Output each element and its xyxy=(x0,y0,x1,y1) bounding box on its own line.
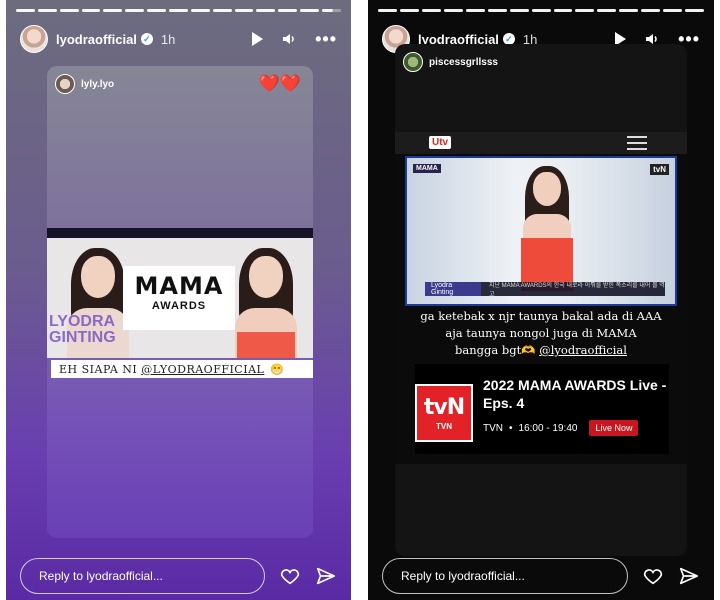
progress-segment xyxy=(443,9,463,12)
watermark-text: LYODRA GINTING xyxy=(49,313,116,346)
tv-app-topbar: Utv xyxy=(395,132,687,154)
menu-icon xyxy=(627,136,647,150)
progress-segment xyxy=(487,9,507,12)
grin-emoji: 😁 xyxy=(270,362,285,376)
story-footer: Reply to lyodraofficial... xyxy=(382,558,700,594)
story-right[interactable]: lyodraofficial ✓ 1h ••• piscessgrllsss U… xyxy=(368,0,714,600)
story-controls: ••• xyxy=(252,30,337,48)
performer-image xyxy=(517,166,577,291)
avatar[interactable] xyxy=(20,25,48,53)
reply-input[interactable]: Reply to lyodraofficial... xyxy=(382,558,628,594)
progress-segment xyxy=(169,9,188,12)
person-right-image xyxy=(225,248,307,358)
progress-segment xyxy=(509,9,529,12)
verified-icon: ✓ xyxy=(140,33,153,45)
repost-image: Utv MAMA tvN Lyodra Ginting 지난 MAMA AWAR… xyxy=(395,132,687,464)
mention-link[interactable]: @lyodraofficial xyxy=(539,343,627,357)
progress-segment-current xyxy=(685,9,705,12)
send-icon[interactable] xyxy=(315,565,337,587)
tvn-overlay-logo: tvN xyxy=(650,164,669,175)
tvn-logo: tvN TVN xyxy=(415,384,473,442)
reply-input[interactable]: Reply to lyodraofficial... xyxy=(20,558,265,594)
story-username[interactable]: lyodraofficial xyxy=(56,32,137,47)
repost-user[interactable]: lyly.lyo xyxy=(55,74,114,94)
progress-segment xyxy=(59,9,79,12)
repost-card[interactable]: lyly.lyo ❤️❤️ LYODRA GINTING MAMA AWARDS… xyxy=(47,66,313,538)
progress-segment xyxy=(641,9,661,12)
progress-segment-current xyxy=(322,9,341,12)
heart-stickers: ❤️❤️ xyxy=(258,74,301,93)
progress-segment xyxy=(278,9,298,12)
program-title: 2022 MAMA AWARDS Live - Eps. 4 xyxy=(483,377,667,411)
image-top-bar xyxy=(47,228,313,238)
repost-avatar xyxy=(55,74,75,94)
play-icon[interactable] xyxy=(252,32,264,46)
story-header: lyodraofficial ✓ 1h ••• xyxy=(20,24,337,54)
repost-username: lyly.lyo xyxy=(81,78,115,90)
repost-user[interactable]: piscessgrllsss xyxy=(403,52,498,72)
story-timestamp: 1h xyxy=(160,31,176,47)
progress-segment xyxy=(37,9,57,12)
lower-third: Lyodra Ginting 지난 MAMA AWARDS의 한국 내로라 이뤄… xyxy=(425,282,665,298)
progress-segment xyxy=(575,9,595,12)
repost-caption: ga ketebak x njr taunya bakal ada di AAA… xyxy=(420,309,662,357)
story-progress-bar xyxy=(16,9,341,12)
repost-image: LYODRA GINTING MAMA AWARDS xyxy=(47,228,313,358)
like-heart-icon[interactable] xyxy=(642,565,664,587)
progress-segment xyxy=(378,9,397,12)
progress-segment xyxy=(16,9,35,12)
progress-segment xyxy=(421,9,441,12)
progress-segment xyxy=(553,9,573,12)
progress-segment xyxy=(597,9,617,12)
progress-segment xyxy=(531,9,551,12)
progress-segment xyxy=(300,9,320,12)
repost-caption: EH SIAPA NI @LYODRAOFFICIAL 😁 xyxy=(51,360,313,378)
mama-awards-logo: MAMA AWARDS xyxy=(123,266,235,330)
story-left[interactable]: lyodraofficial ✓ 1h ••• lyly.lyo ❤️❤️ LY… xyxy=(6,0,351,600)
progress-segment xyxy=(663,9,683,12)
progress-segment xyxy=(234,9,254,12)
repost-avatar xyxy=(403,52,423,72)
mention-link[interactable]: @LYODRAOFFICIAL xyxy=(141,363,264,376)
hand-heart-emoji: 🫶 xyxy=(521,343,536,357)
volume-icon[interactable] xyxy=(281,31,297,47)
like-heart-icon[interactable] xyxy=(279,565,301,587)
send-icon[interactable] xyxy=(678,565,700,587)
program-card: tvN TVN 2022 MAMA AWARDS Live - Eps. 4 T… xyxy=(415,364,669,454)
story-footer: Reply to lyodraofficial... xyxy=(20,558,337,594)
progress-segment xyxy=(256,9,276,12)
progress-segment xyxy=(103,9,123,12)
progress-segment xyxy=(619,9,639,12)
live-now-badge: Live Now xyxy=(589,420,639,436)
utv-logo: Utv xyxy=(429,136,452,149)
story-progress-bar xyxy=(378,9,705,12)
progress-segment xyxy=(465,9,485,12)
progress-segment xyxy=(81,9,101,12)
progress-segment xyxy=(125,9,145,12)
progress-segment xyxy=(190,9,210,12)
mama-overlay-logo: MAMA xyxy=(413,164,441,173)
video-frame: MAMA tvN Lyodra Ginting 지난 MAMA AWARDS의 … xyxy=(405,156,677,306)
repost-username: piscessgrllsss xyxy=(429,56,498,68)
more-options-icon[interactable]: ••• xyxy=(315,30,337,48)
progress-segment xyxy=(147,9,167,12)
repost-card[interactable]: piscessgrllsss Utv MAMA tvN Lyodra Ginti… xyxy=(395,44,687,556)
program-meta: TVN • 16:00 - 19:40 Live Now xyxy=(483,420,639,436)
progress-segment xyxy=(399,9,419,12)
progress-segment xyxy=(212,9,232,12)
